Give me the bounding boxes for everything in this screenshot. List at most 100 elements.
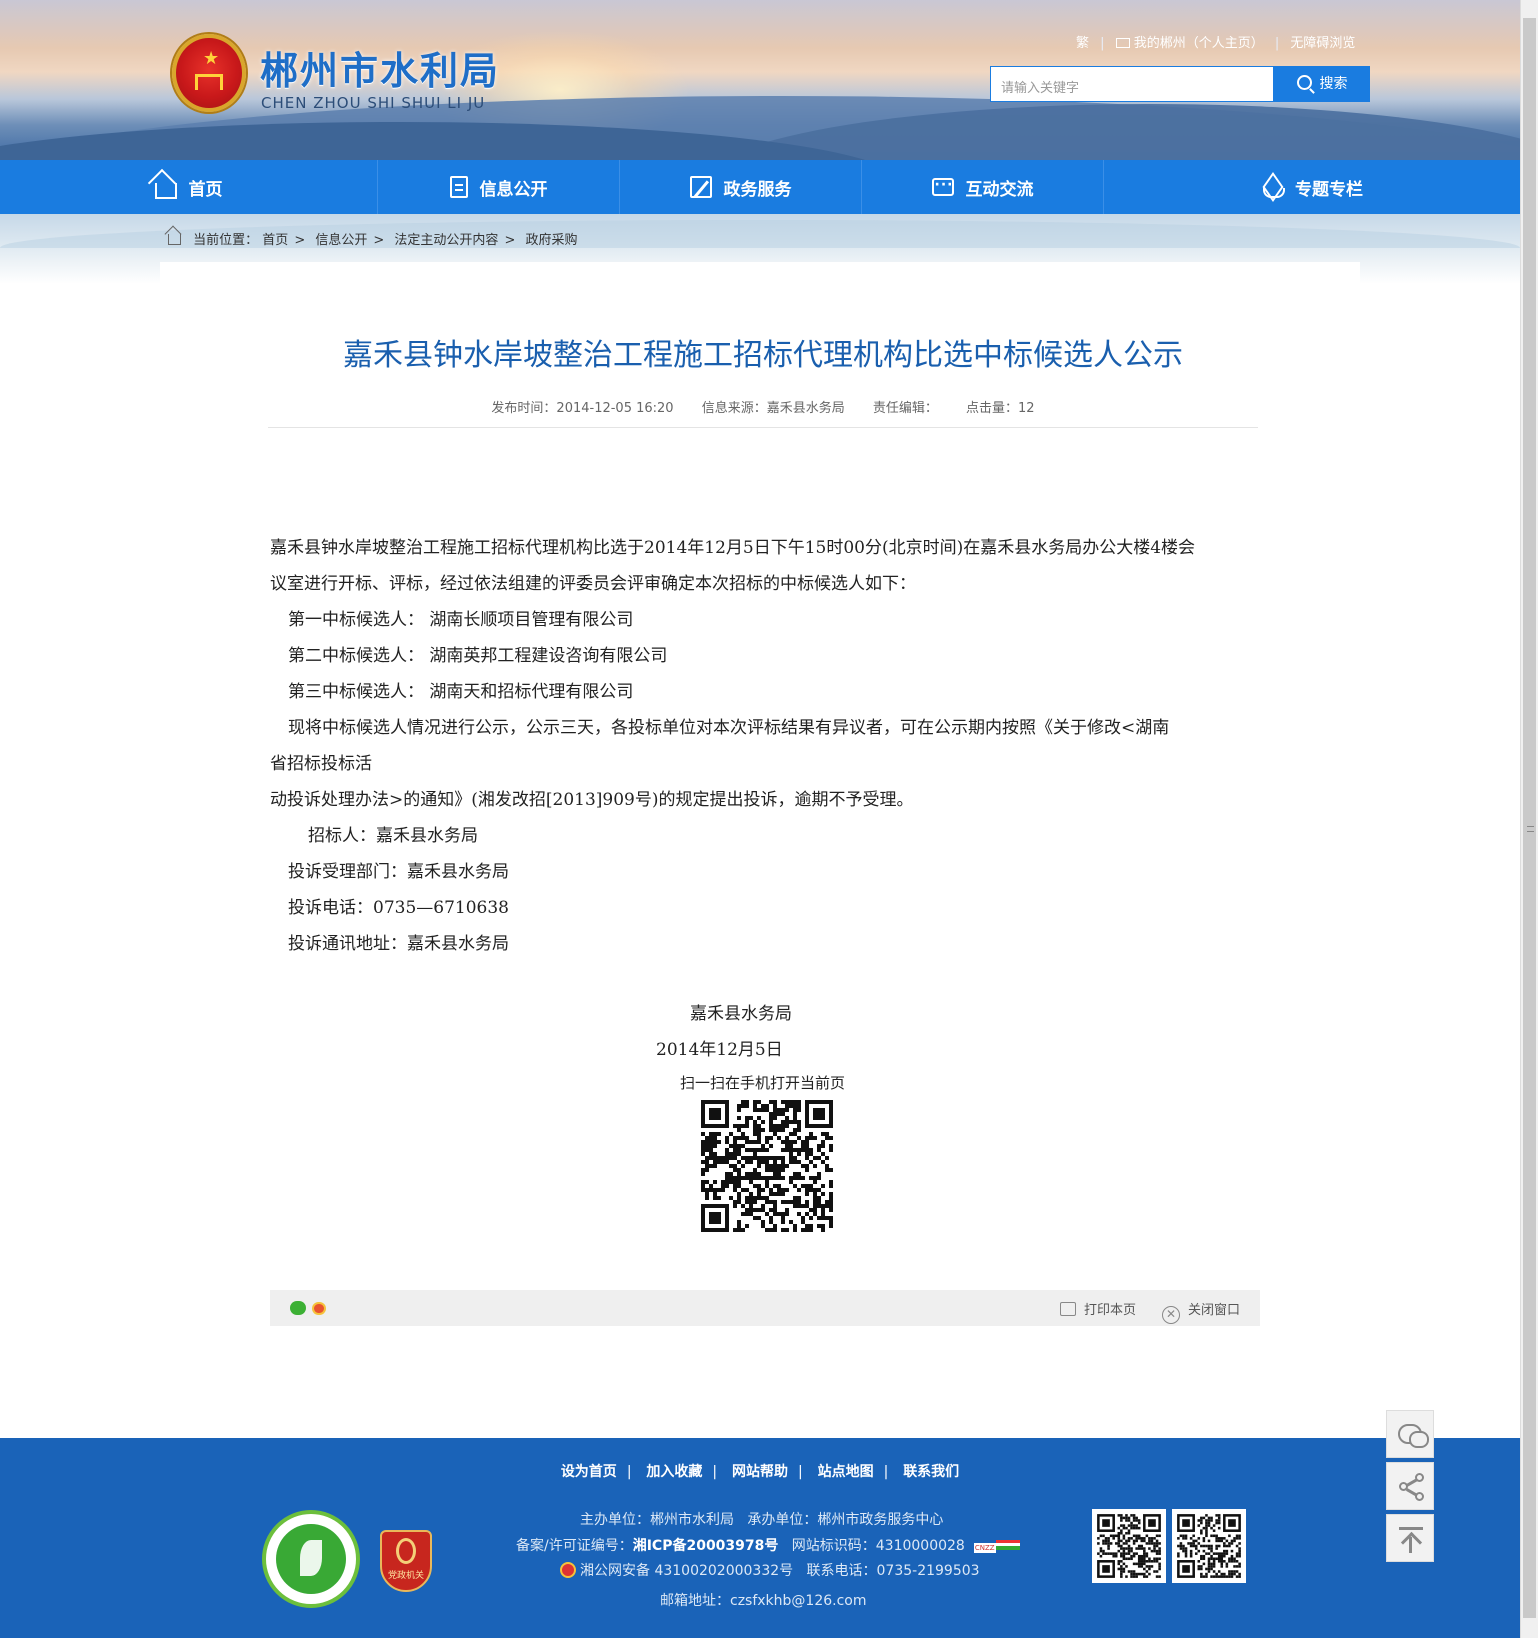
article-title: 嘉禾县钟水岸坡整治工程施工招标代理机构比选中标候选人公示 [343, 338, 1183, 373]
nav-item-label: 互动交流 [965, 179, 1034, 200]
qr-label: 扫一扫在手机打开当前页 [680, 1074, 846, 1092]
nav-item-special-topics[interactable]: 专题专栏 [1104, 160, 1520, 214]
monitor-icon [1115, 38, 1130, 48]
nav-item-label: 首页 [188, 179, 223, 200]
nav-item-label: 信息公开 [479, 179, 548, 200]
layers-icon [1261, 176, 1285, 198]
footer-qr-code [1172, 1509, 1246, 1583]
nav-item-interaction[interactable]: 互动交流 [862, 160, 1104, 214]
breadcrumb: 当前位置： 首页 > 信息公开 > 法定主动公开内容 > 政府采购 [168, 229, 578, 248]
traditional-chinese-link[interactable]: 繁 [1076, 36, 1089, 51]
article-paragraph: 议室进行开标、评标，经过依法组建的评委员会评审确定本次招标的中标候选人如下： [270, 574, 916, 594]
breadcrumb-item[interactable]: 首页 [262, 233, 288, 248]
main-nav: 首页 信息公开 政务服务 互动交流 专题专栏 [0, 160, 1520, 214]
national-emblem-icon[interactable]: ★ [172, 34, 246, 112]
print-label: 打印本页 [1084, 1303, 1137, 1318]
nav-item-gov-services[interactable]: 政务服务 [620, 160, 862, 214]
party-gov-badge-icon[interactable]: 党政机关 [380, 1530, 432, 1592]
footer-qr-code [1092, 1509, 1166, 1583]
nav-item-info-disclosure[interactable]: 信息公开 [378, 160, 620, 214]
chat-icon [931, 177, 954, 196]
edit-icon [689, 176, 712, 198]
click-count: 点击量：12 [966, 401, 1035, 416]
breadcrumb-item[interactable]: 政府采购 [525, 233, 577, 248]
nav-item-label: 政务服务 [723, 179, 792, 200]
civilization-badge-icon[interactable] [262, 1510, 360, 1608]
footer-phone: 联系电话：0735-2199503 [806, 1563, 980, 1579]
star-icon: ★ [203, 48, 220, 69]
separator: | [1274, 36, 1280, 51]
complaint-department: 投诉受理部门：嘉禾县水务局 [288, 862, 509, 882]
site-title[interactable]: 郴州市水利局 [260, 40, 500, 95]
organizer: 承办单位：郴州市政务服务中心 [747, 1512, 944, 1528]
weibo-share-icon[interactable] [312, 1302, 326, 1315]
back-to-top-button[interactable] [1386, 1514, 1434, 1562]
footer-link-add-favorite[interactable]: 加入收藏 [646, 1464, 702, 1480]
footer-link-set-homepage[interactable]: 设为首页 [561, 1464, 617, 1480]
publish-time: 发布时间：2014-12-05 16:20 [491, 401, 674, 416]
responsible-editor: 责任编辑： [872, 401, 938, 416]
top-links: 繁 | 我的郴州（个人主页） | 无障碍浏览 [1076, 32, 1355, 51]
breadcrumb-item[interactable]: 信息公开 [315, 233, 367, 248]
tenderer: 招标人：嘉禾县水务局 [308, 826, 478, 846]
footer-links: 设为首页 | 加入收藏 | 网站帮助 | 站点地图 | 联系我们 [560, 1464, 960, 1480]
search-icon [1296, 75, 1312, 90]
wechat-float-button[interactable] [1386, 1410, 1434, 1458]
article-paragraph: 现将中标候选人情况进行公示，公示三天，各投标单位对本次评标结果有异议者，可在公示… [288, 718, 1170, 738]
footer-email: 邮箱地址：czsfxkhb@126.com [660, 1593, 867, 1609]
breadcrumb-prefix: 当前位置： [193, 233, 259, 248]
stat-icon[interactable] [995, 1540, 1020, 1550]
home-icon [154, 183, 177, 199]
site-subtitle: CHEN ZHOU SHI SHUI LI JU [261, 94, 486, 112]
separator: | [1100, 36, 1105, 51]
nav-item-home[interactable]: 首页 [0, 160, 378, 214]
article-paragraph: 嘉禾县钟水岸坡整治工程施工招标代理机构比选于2014年12月5日下午15时00分… [270, 538, 1196, 558]
candidate-first: 第一中标候选人： 湖南长顺项目管理有限公司 [288, 610, 634, 630]
article-paragraph: 动投诉处理办法>的通知》(湘发改招[2013]909号)的规定提出投诉，逾期不予… [270, 790, 914, 810]
breadcrumb-item[interactable]: 法定主动公开内容 [394, 233, 498, 248]
vertical-scrollbar[interactable] [1520, 0, 1538, 1638]
signature: 嘉禾县水务局 [690, 1004, 792, 1024]
article-meta: 发布时间：2014-12-05 16:20 信息来源：嘉禾县水务局 责任编辑： … [268, 397, 1258, 416]
footer-org-line: 主办单位：郴州市水利局 承办单位：郴州市政务服务中心 [580, 1509, 943, 1529]
icp-link[interactable]: 湘ICP备20003978号 [633, 1538, 779, 1554]
complaint-phone: 投诉电话：0735—6710638 [288, 898, 509, 918]
search-input[interactable]: 请输入关键字 [990, 66, 1274, 102]
accessibility-link[interactable]: 无障碍浏览 [1290, 36, 1355, 51]
complaint-address: 投诉通讯地址：嘉禾县水务局 [288, 934, 509, 954]
footer-link-help[interactable]: 网站帮助 [732, 1464, 788, 1480]
party-gov-badge-label: 党政机关 [387, 1571, 424, 1581]
scrollbar-thumb[interactable] [1523, 18, 1536, 1618]
police-badge-icon [560, 1562, 576, 1578]
printer-icon [1060, 1302, 1076, 1316]
police-record[interactable]: 湘公网安备 43100202000332号 [580, 1563, 793, 1579]
document-icon [449, 176, 468, 198]
close-window-button[interactable]: ✕ 关闭窗口 [1162, 1299, 1240, 1324]
nav-item-label: 专题专栏 [1295, 179, 1363, 200]
page-qr-code [701, 1100, 833, 1232]
cnzz-icon[interactable]: CNZZ [973, 1543, 996, 1553]
search-button[interactable]: 搜索 [1274, 66, 1370, 102]
info-source: 信息来源：嘉禾县水务局 [701, 401, 845, 416]
wechat-share-icon[interactable] [290, 1301, 306, 1315]
footer-link-sitemap[interactable]: 站点地图 [818, 1464, 874, 1480]
share-float-button[interactable] [1386, 1462, 1434, 1510]
icp-label: 备案/许可证编号： [516, 1538, 633, 1554]
footer-link-contact[interactable]: 联系我们 [903, 1464, 959, 1480]
gate-icon [195, 74, 223, 90]
search-button-label: 搜索 [1319, 76, 1348, 92]
footer-police-line: 湘公网安备 43100202000332号 联系电话：0735-2199503 [560, 1560, 980, 1580]
site-code: 网站标识码：4310000028 [791, 1538, 965, 1554]
article-paragraph: 省招标投标活 [270, 754, 372, 774]
home-icon [168, 234, 181, 245]
divider [268, 427, 1258, 428]
print-button[interactable]: 打印本页 [1060, 1299, 1136, 1318]
candidate-third: 第三中标候选人： 湖南天和招标代理有限公司 [288, 682, 634, 702]
signature-date: 2014年12月5日 [656, 1040, 783, 1060]
candidate-second: 第二中标候选人： 湖南英邦工程建设咨询有限公司 [288, 646, 668, 666]
share-bar: 打印本页 ✕ 关闭窗口 [270, 1290, 1260, 1326]
footer-icp-line: 备案/许可证编号：湘ICP备20003978号 网站标识码：4310000028… [516, 1535, 1020, 1555]
close-label: 关闭窗口 [1188, 1303, 1241, 1318]
my-chenzhou-link[interactable]: 我的郴州（个人主页） [1134, 36, 1264, 51]
sponsor: 主办单位：郴州市水利局 [580, 1512, 734, 1528]
